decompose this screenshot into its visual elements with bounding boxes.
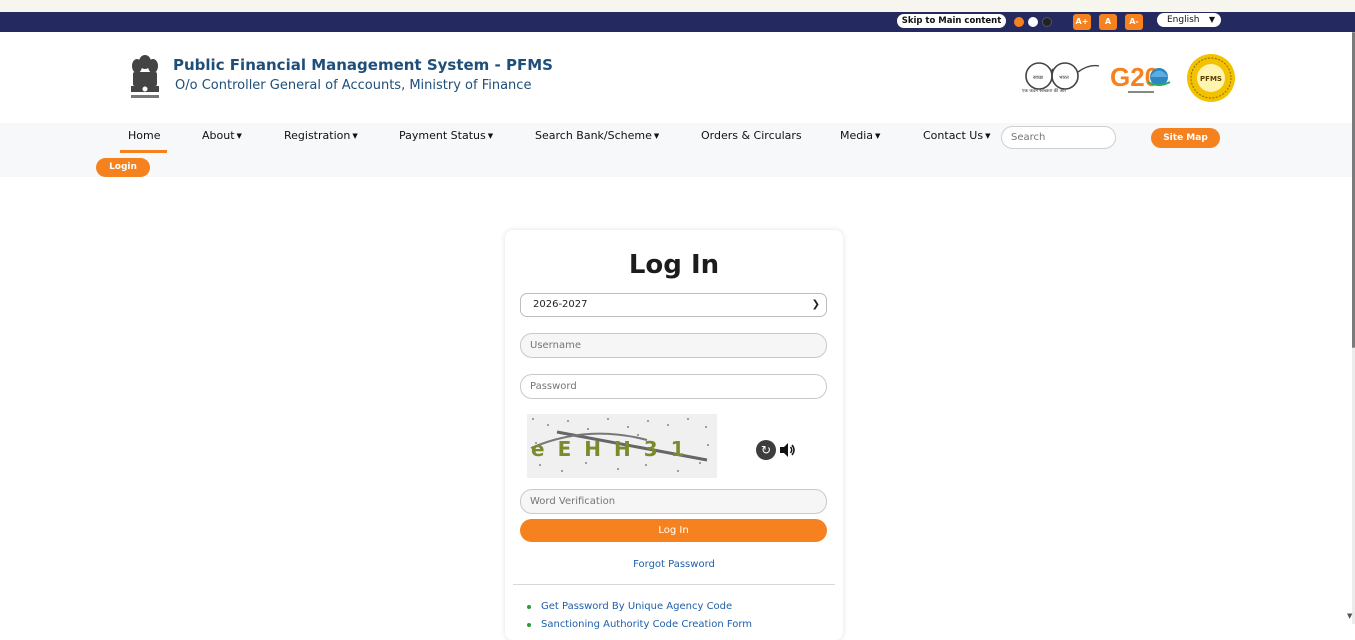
browser-top-strip <box>0 0 1355 12</box>
language-select[interactable]: English ▼ <box>1157 13 1221 27</box>
nav-payment-status[interactable]: Payment Status ▼ <box>399 129 493 142</box>
pfms-seal-text: PFMS <box>1200 75 1222 83</box>
login-card: Log In 2026-2027 ❯ eEHH31 ↻ Log In For <box>505 230 843 640</box>
theme-orange-dot[interactable] <box>1014 17 1024 27</box>
login-submit-button[interactable]: Log In <box>520 519 827 542</box>
font-increase-button[interactable]: A+ <box>1073 14 1091 30</box>
login-help-links: Get Password By Unique Agency Code Sanct… <box>525 601 752 637</box>
scroll-down-arrow-icon[interactable]: ▼ <box>1347 612 1352 620</box>
pfms-seal-logo[interactable]: PFMS <box>1186 53 1236 103</box>
nav-media-label: Media <box>840 129 874 142</box>
nav-active-indicator <box>120 150 167 153</box>
nav-contact-us-label: Contact Us <box>923 129 984 142</box>
site-subtitle: O/o Controller General of Accounts, Mini… <box>175 78 532 93</box>
svg-text:भारत: भारत <box>1059 75 1069 81</box>
nav-registration-label: Registration <box>284 129 351 142</box>
username-input[interactable] <box>520 333 827 358</box>
site-title[interactable]: Public Financial Management System - PFM… <box>173 56 553 74</box>
link-get-password[interactable]: Get Password By Unique Agency Code <box>541 601 732 612</box>
financial-year-value: 2026-2027 <box>533 299 588 310</box>
login-title: Log In <box>628 250 720 280</box>
nav-search-bank-scheme[interactable]: Search Bank/Scheme ▼ <box>535 129 659 142</box>
nav-home-label: Home <box>128 129 161 142</box>
chevron-down-icon: ▼ <box>1208 15 1215 24</box>
bullet-icon <box>527 605 531 609</box>
main-navigation: Home About ▼ Registration ▼ Payment Status… <box>0 123 1352 177</box>
nav-about-label: About <box>202 129 235 142</box>
caret-down-icon: ▼ <box>352 132 358 140</box>
nav-about[interactable]: About ▼ <box>202 129 242 142</box>
national-emblem-icon[interactable] <box>127 52 163 104</box>
nav-contact-us[interactable]: Contact Us ▼ <box>923 129 990 142</box>
caret-down-icon: ▼ <box>985 132 991 140</box>
list-item[interactable]: Get Password By Unique Agency Code <box>525 601 752 615</box>
captcha-image: eEHH31 <box>527 414 717 478</box>
skip-to-main-content-button[interactable]: Skip to Main content <box>897 14 1006 28</box>
forgot-password-link[interactable]: Forgot Password <box>505 559 843 570</box>
nav-orders-circulars-label: Orders & Circulars <box>701 129 802 142</box>
financial-year-select[interactable]: 2026-2027 ❯ <box>520 293 827 317</box>
chevron-down-icon: ❯ <box>811 299 820 310</box>
caret-down-icon: ▼ <box>875 132 881 140</box>
site-map-button[interactable]: Site Map <box>1151 128 1220 148</box>
caret-down-icon: ▼ <box>653 132 660 140</box>
login-nav-button[interactable]: Login <box>96 158 150 177</box>
search-input[interactable] <box>1001 126 1116 149</box>
captcha-text: eEHH31 <box>531 437 698 461</box>
list-item[interactable]: Sanctioning Authority Code Creation Form <box>525 619 752 633</box>
password-input[interactable] <box>520 374 827 399</box>
card-divider <box>513 584 835 585</box>
nav-media[interactable]: Media ▼ <box>840 129 880 142</box>
nav-home[interactable]: Home <box>128 129 160 142</box>
accessibility-bar: Skip to Main content A+ A A- English ▼ <box>0 12 1355 32</box>
theme-dark-dot[interactable] <box>1042 17 1052 27</box>
font-normal-button[interactable]: A <box>1099 14 1117 30</box>
nav-payment-status-label: Payment Status <box>399 129 486 142</box>
nav-orders-circulars[interactable]: Orders & Circulars <box>701 129 802 142</box>
g20-logo: G20 <box>1110 62 1171 93</box>
theme-white-dot[interactable] <box>1028 17 1038 27</box>
language-value: English <box>1167 15 1200 25</box>
svg-text:स्वच्छ: स्वच्छ <box>1033 75 1044 81</box>
link-sanctioning-authority[interactable]: Sanctioning Authority Code Creation Form <box>541 619 752 630</box>
site-header: Public Financial Management System - PFM… <box>0 32 1352 123</box>
caret-down-icon: ▼ <box>236 132 242 140</box>
refresh-captcha-icon[interactable]: ↻ <box>756 440 776 460</box>
nav-registration[interactable]: Registration ▼ <box>284 129 358 142</box>
speaker-icon[interactable] <box>778 441 796 459</box>
swachh-caption: एक कदम स्वच्छता की ओर <box>1022 89 1067 94</box>
nav-search-bank-scheme-label: Search Bank/Scheme <box>535 129 652 142</box>
word-verification-input[interactable] <box>520 489 827 514</box>
font-decrease-button[interactable]: A- <box>1125 14 1143 30</box>
caret-down-icon: ▼ <box>487 132 494 140</box>
